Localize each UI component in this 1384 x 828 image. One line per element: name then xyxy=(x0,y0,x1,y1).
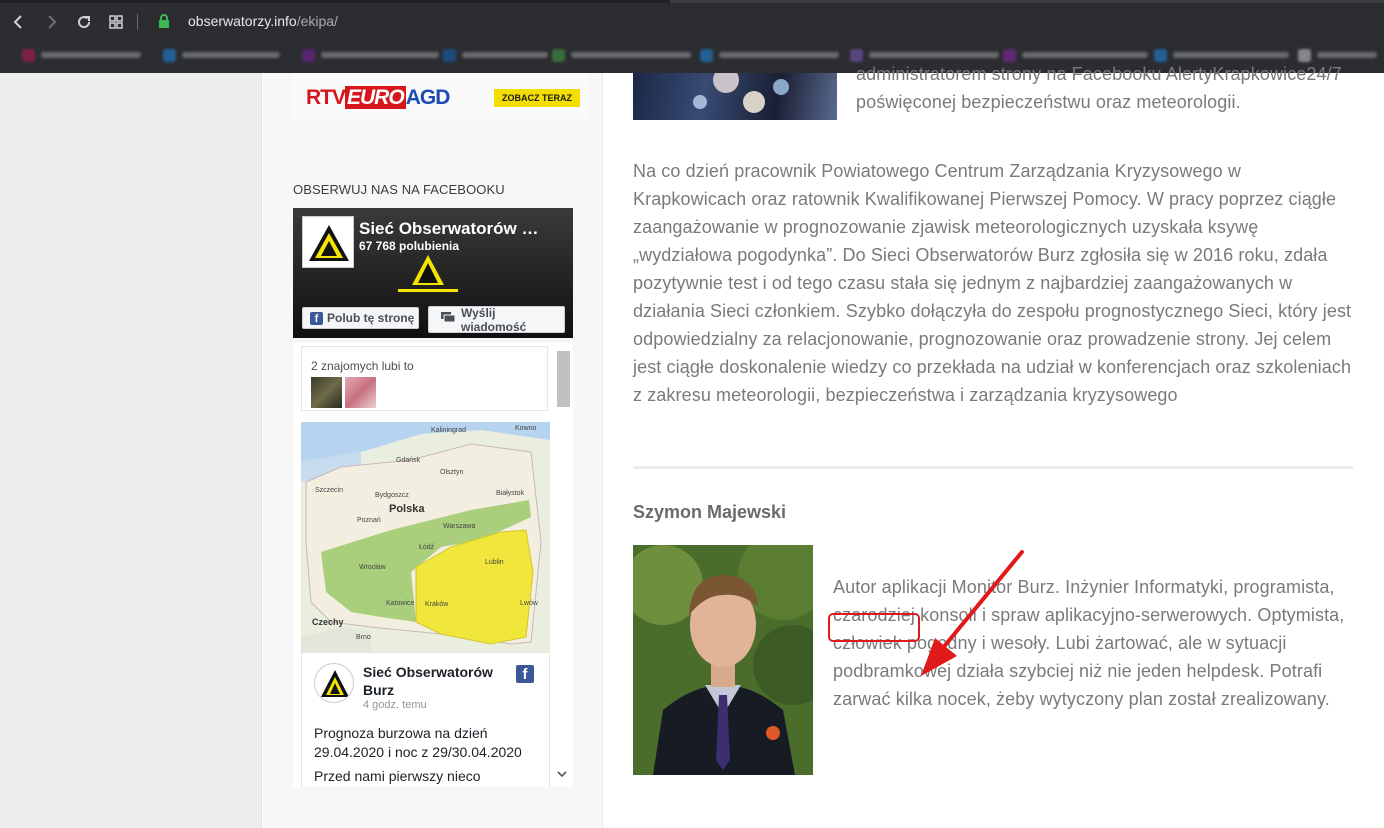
fb-cover-logo xyxy=(388,253,468,298)
url-path: /ekipa/ xyxy=(296,13,338,29)
article-paragraph: Na co dzień pracownik Powiatowego Centru… xyxy=(633,161,1352,405)
map-label: Lwów xyxy=(520,600,539,607)
map-label-country: Czechy xyxy=(312,617,344,627)
map-label: Białystok xyxy=(496,490,525,497)
article-paragraph: administratorem strony na Facebooku Aler… xyxy=(856,64,1342,112)
photo-detail xyxy=(713,73,739,93)
photo-detail xyxy=(743,91,765,113)
fb-like-page-button[interactable]: f Polub tę stronę xyxy=(302,307,419,329)
facebook-page-card[interactable]: Sieć Obserwatorów … 67 768 polubienia fP… xyxy=(293,208,573,338)
fb-like-label: Polub tę stronę xyxy=(327,311,415,325)
forward-arrow-icon[interactable] xyxy=(41,12,61,32)
fb-page-avatar[interactable] xyxy=(302,216,354,268)
friend-avatar[interactable] xyxy=(345,377,376,408)
section-divider xyxy=(633,466,1353,469)
fb-post[interactable]: Sieć Obserwatorów Burz 4 godz. temu f Pr… xyxy=(301,652,550,787)
chevron-down-icon[interactable] xyxy=(557,769,567,781)
ad-logo-euro: EURO xyxy=(345,86,406,109)
friends-like-box: 2 znajomych lubi to xyxy=(301,346,548,411)
team-member-photo xyxy=(633,73,837,120)
url-host: obserwatorzy.info xyxy=(188,13,297,29)
bookmark-item[interactable] xyxy=(443,48,548,62)
map-label: Lublin xyxy=(485,559,504,566)
reload-icon[interactable] xyxy=(74,12,94,32)
toolbar-divider xyxy=(137,14,138,30)
map-label: Szczecin xyxy=(315,487,343,494)
friends-like-label: 2 znajomych lubi to xyxy=(311,359,414,373)
fb-post-avatar[interactable] xyxy=(314,663,354,703)
fb-page-name[interactable]: Sieć Obserwatorów … xyxy=(359,219,539,239)
apps-grid-icon[interactable] xyxy=(106,12,126,32)
facebook-heading: OBSERWUJ NAS NA FACEBOOKU xyxy=(293,182,505,197)
ad-logo-agd: AGD xyxy=(405,86,451,109)
map-label-country: Polska xyxy=(389,503,425,515)
forecast-map-image[interactable]: Kaliningrad Kowno Gdańsk Olsztyn Szczeci… xyxy=(301,422,550,652)
active-tab[interactable] xyxy=(670,0,1384,3)
fb-post-text-continued: Przed nami pierwszy nieco xyxy=(314,768,481,784)
map-label: Poznań xyxy=(357,517,381,524)
map-label: Bydgoszcz xyxy=(375,492,409,499)
back-arrow-icon[interactable] xyxy=(9,12,29,32)
bookmark-item[interactable] xyxy=(22,48,141,62)
page: RTVEUROAGD ZOBACZ TERAZ OBSERWUJ NAS NA … xyxy=(0,64,1384,828)
fb-message-label: Wyślij wiadomość xyxy=(461,305,527,334)
team-member-name: Szymon Majewski xyxy=(633,502,787,522)
bookmark-item[interactable] xyxy=(700,48,839,62)
facebook-icon[interactable]: f xyxy=(516,665,534,683)
advertisement-banner[interactable]: RTVEUROAGD ZOBACZ TERAZ xyxy=(293,73,590,121)
photo-detail xyxy=(693,95,707,109)
left-gutter xyxy=(0,73,262,828)
map-label: Warszawa xyxy=(443,523,476,530)
map-label: Kaliningrad xyxy=(431,427,466,434)
team-member-bio: Autor aplikacji Monitor Burz. Inżynier I… xyxy=(833,577,1345,709)
ad-logo-rtv: RTV xyxy=(306,86,346,109)
highlight-box-annotation xyxy=(828,613,920,642)
map-label: Kowno xyxy=(515,425,537,432)
bookmark-item[interactable] xyxy=(163,48,280,62)
map-label: Wrocław xyxy=(359,564,387,571)
timeline-scrollbar[interactable] xyxy=(556,351,570,781)
map-label: Gdańsk xyxy=(396,457,421,464)
address-bar[interactable]: obserwatorzy.info/ekipa/ xyxy=(188,13,338,29)
lock-icon[interactable] xyxy=(158,14,170,28)
fb-post-author[interactable]: Sieć Obserwatorów Burz xyxy=(363,663,513,699)
team-member-photo xyxy=(633,545,813,775)
facebook-icon: f xyxy=(310,311,323,325)
message-icon xyxy=(441,312,456,327)
map-label: Brno xyxy=(356,634,371,641)
map-label: Kraków xyxy=(425,601,449,608)
map-label: Olsztyn xyxy=(440,469,463,476)
fb-post-text: Prognoza burzowa na dzień 29.04.2020 i n… xyxy=(314,725,522,760)
bookmark-item[interactable] xyxy=(302,48,439,62)
facebook-timeline[interactable]: 2 znajomych lubi to Kaliningrad Kowno Gd… xyxy=(293,343,573,787)
map-label: Łódź xyxy=(419,544,435,551)
fb-send-message-button[interactable]: Wyślij wiadomość xyxy=(428,305,565,334)
tab-strip xyxy=(0,0,1384,3)
friend-avatar[interactable] xyxy=(311,377,342,408)
scrollbar-thumb[interactable] xyxy=(557,351,570,407)
ad-cta-button[interactable]: ZOBACZ TERAZ xyxy=(494,89,580,107)
fb-page-likes: 67 768 polubienia xyxy=(359,239,460,253)
map-label: Katowice xyxy=(386,600,415,607)
photo-detail xyxy=(773,79,789,95)
fb-post-time[interactable]: 4 godz. temu xyxy=(363,699,427,711)
bookmark-item[interactable] xyxy=(552,48,691,62)
ad-logo: RTVEUROAGD xyxy=(306,86,451,110)
